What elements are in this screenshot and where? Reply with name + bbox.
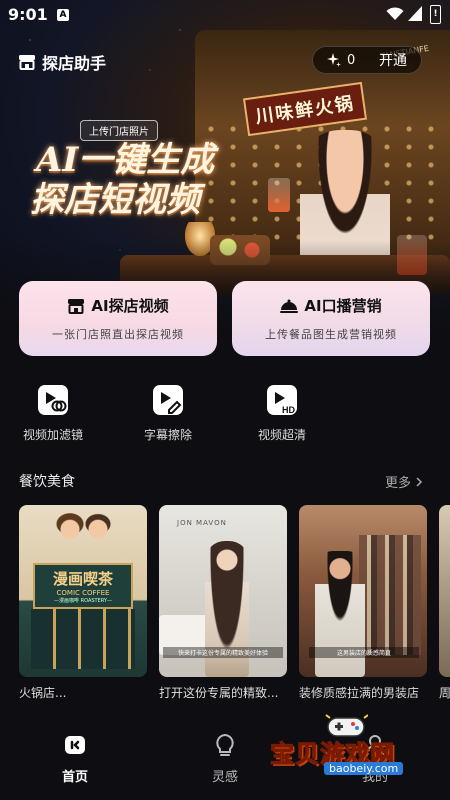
svg-text:HD: HD bbox=[282, 405, 295, 415]
video-hd-icon: HD bbox=[267, 385, 297, 415]
hero-upload-tag: 上传门店照片 bbox=[80, 120, 158, 141]
status-bar: 9:01 A ! bbox=[0, 0, 450, 32]
store-brand-text: JON MAVON bbox=[177, 519, 227, 527]
sign-main-text: 漫画喫茶 bbox=[52, 570, 113, 588]
tool-subtitle-erase[interactable]: 字幕擦除 bbox=[128, 384, 208, 443]
video-filter-icon bbox=[38, 385, 68, 415]
video-card-hotel[interactable]: JON MAVON 快来打卡这份专属的精致美好体验 bbox=[159, 505, 287, 677]
card-subtitle: 上传餐品图生成营销视频 bbox=[265, 328, 397, 341]
status-time: 9:01 bbox=[8, 5, 48, 24]
tool-video-filter[interactable]: 视频加滤镜 bbox=[13, 384, 93, 443]
watermark-url: baobeiy.com bbox=[324, 762, 404, 775]
points-count: 0 bbox=[347, 52, 356, 68]
video-subtitle: 快来打卡这份专属的精致美好体验 bbox=[163, 647, 283, 658]
tool-label: 视频超清 bbox=[257, 428, 306, 442]
ai-voiceover-marketing-card[interactable]: AI口播营销 上传餐品图生成营销视频 bbox=[232, 281, 430, 356]
cloche-icon bbox=[280, 299, 299, 313]
nav-label: 灵感 bbox=[211, 770, 238, 785]
more-link[interactable]: 更多 bbox=[385, 472, 423, 491]
sparkle-icon bbox=[327, 53, 341, 67]
section-title: 餐饮美食 bbox=[19, 474, 75, 490]
nav-inspiration[interactable]: 灵感 bbox=[195, 732, 255, 785]
store-icon bbox=[68, 298, 85, 314]
nav-home[interactable]: 首页 bbox=[45, 732, 105, 785]
card-title: AI口播营销 bbox=[304, 297, 382, 315]
battery-icon: ! bbox=[430, 5, 441, 24]
hero-headline: AI一键生成 探店短视频 bbox=[30, 140, 215, 220]
nav-label: 首页 bbox=[61, 770, 88, 785]
hero-drink-glass bbox=[268, 178, 290, 212]
clothing-rack bbox=[359, 535, 421, 655]
hero-headline-line1: AI一键生成 bbox=[36, 140, 215, 180]
more-label: 更多 bbox=[385, 476, 412, 491]
chevron-right-icon bbox=[416, 476, 423, 487]
app-title-group: 探店助手 bbox=[18, 50, 106, 74]
signal-icon bbox=[408, 6, 422, 21]
couple-illustration bbox=[49, 511, 119, 563]
subtitle-erase-icon bbox=[153, 385, 183, 415]
storefront-windows bbox=[31, 609, 135, 669]
store-icon bbox=[19, 55, 35, 70]
app-title: 探店助手 bbox=[42, 54, 107, 73]
video-card-menswear[interactable]: 这男装店的质感简直 bbox=[299, 505, 427, 677]
card-title: AI探店视频 bbox=[91, 297, 169, 315]
video-caption[interactable]: 打开这份专属的精致... bbox=[159, 684, 278, 701]
tool-label: 视频加滤镜 bbox=[22, 428, 83, 442]
ai-store-video-card[interactable]: AI探店视频 一张门店照直出探店视频 bbox=[19, 281, 217, 356]
site-watermark: 宝贝游戏网 baobeiy.com bbox=[268, 712, 450, 782]
sign-sub-text: —漫画咖啡 ROASTERY— bbox=[54, 598, 112, 604]
video-caption[interactable]: 周 bbox=[439, 684, 450, 701]
notification-a-icon: A bbox=[57, 9, 69, 21]
video-card-partial[interactable] bbox=[439, 505, 450, 677]
sign-english-text: COMIC COFFEE bbox=[56, 589, 110, 597]
open-membership-button[interactable]: 开通 bbox=[379, 50, 407, 70]
bulb-icon bbox=[216, 733, 234, 756]
video-caption[interactable]: 装修质感拉满的男装店 bbox=[299, 684, 419, 701]
comic-coffee-sign: 漫画喫茶 COMIC COFFEE —漫画咖啡 ROASTERY— bbox=[33, 563, 133, 609]
hero-headline-line2: 探店短视频 bbox=[30, 180, 200, 220]
membership-pill[interactable]: 0 开通 bbox=[312, 46, 422, 74]
home-icon bbox=[65, 736, 85, 754]
video-subtitle: 这男装店的质感简直 bbox=[309, 647, 419, 658]
presenter-figure bbox=[315, 551, 365, 677]
wifi-icon bbox=[386, 7, 404, 20]
video-card-comic-coffee[interactable]: 漫画喫茶 COMIC COFFEE —漫画咖啡 ROASTERY— bbox=[19, 505, 147, 677]
tool-video-hd[interactable]: HD 视频超清 bbox=[242, 384, 322, 443]
video-caption[interactable]: 火锅店... bbox=[19, 684, 66, 701]
tool-label: 字幕擦除 bbox=[143, 428, 192, 442]
card-subtitle: 一张门店照直出探店视频 bbox=[52, 328, 184, 341]
